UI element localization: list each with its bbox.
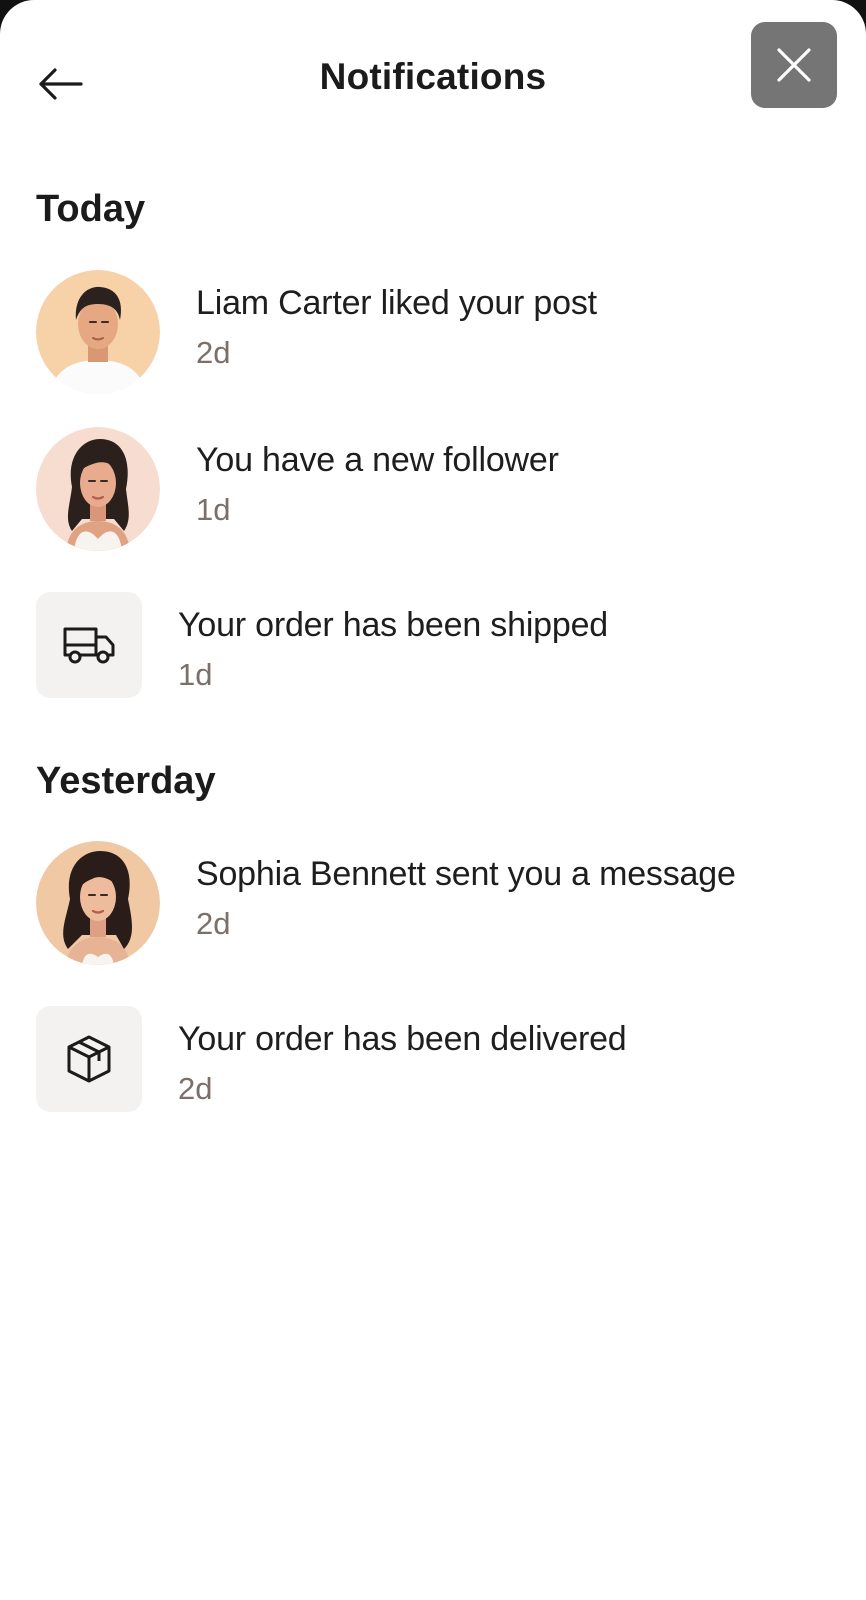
notification-message: You have a new follower (196, 441, 559, 479)
section-title-today: Today (36, 188, 146, 230)
icon-tile (36, 1006, 142, 1112)
notification-item[interactable]: You have a new follower 1d (36, 427, 846, 551)
avatar (36, 427, 160, 551)
icon-tile (36, 592, 142, 698)
notification-time: 1d (196, 492, 231, 527)
notification-message: Liam Carter liked your post (196, 284, 597, 322)
notification-message: Your order has been shipped (178, 606, 609, 644)
section-title-yesterday: Yesterday (36, 760, 216, 802)
header-bar: Notifications (0, 0, 866, 170)
notification-item[interactable]: Liam Carter liked your post 2d (36, 270, 846, 394)
notification-message: Sophia Bennett sent you a message (196, 855, 736, 893)
avatar-woman-icon (36, 427, 160, 551)
notification-message: Your order has been delivered (178, 1020, 627, 1058)
notifications-screen: Notifications Today Liam Carter liked yo… (0, 0, 866, 1600)
truck-icon (63, 627, 115, 664)
avatar (36, 841, 160, 965)
avatar-man-icon (36, 270, 160, 394)
notification-time: 2d (196, 335, 231, 370)
close-icon (777, 48, 811, 82)
notification-time: 2d (178, 1071, 213, 1106)
notification-item[interactable]: Your order has been shipped 1d (36, 592, 846, 716)
notification-item[interactable]: Your order has been delivered 2d (36, 1006, 846, 1130)
avatar-woman-2-icon (36, 841, 160, 965)
package-icon (67, 1035, 111, 1083)
page-title: Notifications (319, 56, 547, 97)
close-button[interactable] (751, 22, 837, 108)
avatar (36, 270, 160, 394)
notification-item[interactable]: Sophia Bennett sent you a message 2d (36, 841, 846, 965)
notification-time: 2d (196, 906, 231, 941)
notification-time: 1d (178, 657, 213, 692)
